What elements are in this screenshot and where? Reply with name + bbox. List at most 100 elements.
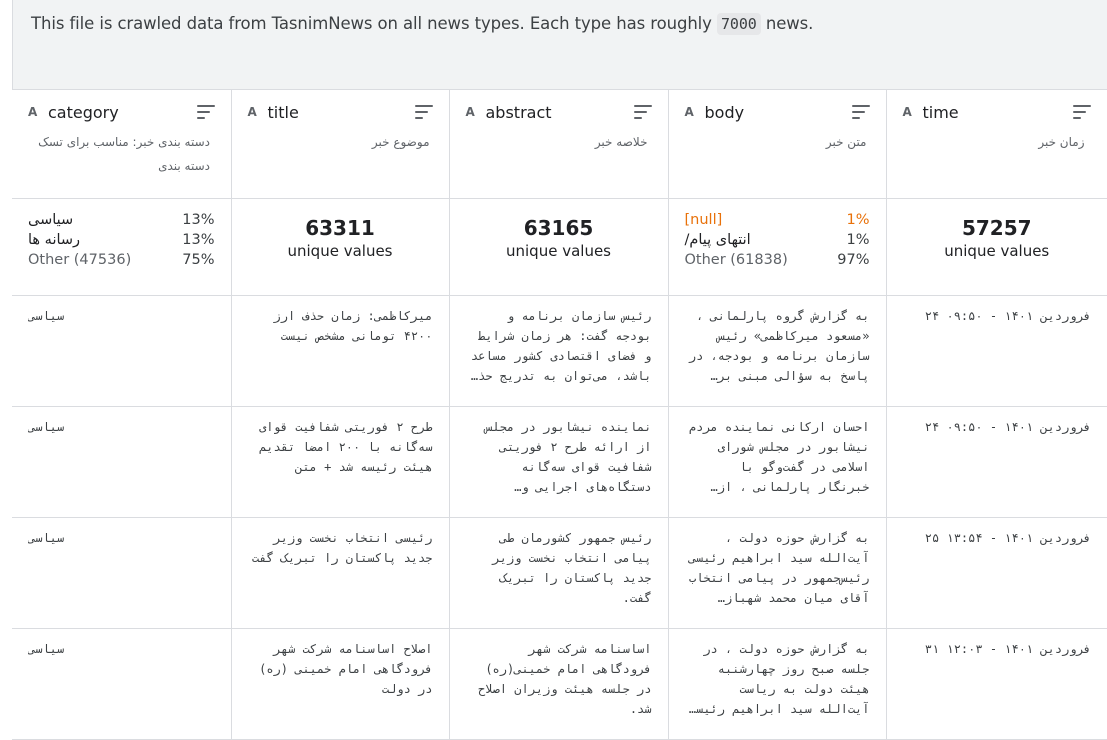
stats-abstract: 63165 unique values [448, 198, 669, 296]
column-name: body [704, 102, 745, 122]
cell-category[interactable]: سیاسی [12, 517, 232, 629]
cell-category[interactable]: سیاسی [12, 628, 232, 740]
stats-category: سیاسی 13% رسانه ها 13% Other (47536) 75% [12, 198, 232, 296]
cell-category[interactable]: سیاسی [12, 406, 232, 518]
cell-text: سیاسی [28, 420, 65, 434]
cell-text: اصلاح اساسنامه شرکت شهر فرودگاهی امام خم… [259, 642, 433, 696]
cell-abstract[interactable]: نماینده نیشابور در مجلس از ارائه طرح ۲ ف… [448, 406, 669, 518]
cell-text: رئیس سازمان برنامه و بودجه گفت: هر زمان … [470, 309, 652, 383]
stats-title: 63311 unique values [230, 198, 450, 296]
cell-time[interactable]: فروردین ۱۴۰۱ - ۰۹:۵۰ ۲۴ [885, 295, 1107, 407]
stat-label: رسانه ها [28, 232, 81, 248]
column-description: موضوع خبر [371, 135, 430, 149]
sort-icon[interactable] [196, 105, 215, 119]
cell-text: رئیسی انتخاب نخست وزیر جدید پاکستان را ت… [251, 531, 433, 565]
sort-icon[interactable] [414, 105, 433, 119]
stat-percent: 13% [182, 212, 215, 228]
cell-body[interactable]: احسان ارکانی نماینده مردم نیشابور در مجل… [667, 406, 887, 518]
stat-item[interactable]: رسانه ها 13% [28, 230, 215, 250]
string-type-icon: A [902, 105, 912, 119]
description-text-end: news. [760, 14, 814, 33]
column-header-abstract[interactable]: A abstract خلاصه خبر [448, 89, 669, 199]
stat-percent: 97% [837, 252, 870, 268]
table-row[interactable]: سیاسی میرکاظمی: زمان حذف ارز ۴۲۰۰ تومانی… [12, 295, 1107, 407]
column-name: abstract [485, 102, 552, 122]
stat-percent: 13% [182, 232, 215, 248]
stat-item[interactable]: [null] 1% [685, 210, 870, 230]
stat-percent: 75% [182, 252, 215, 268]
column-description: متن خبر [825, 135, 867, 149]
stats-row: سیاسی 13% رسانه ها 13% Other (47536) 75% 63… [12, 198, 1107, 296]
sort-icon[interactable] [633, 105, 652, 119]
cell-text: به گزارش حوزه دولت ، آیت‌الله سید ابراهی… [688, 531, 870, 605]
column-header-title[interactable]: A title موضوع خبر [230, 89, 450, 199]
cell-title[interactable]: اصلاح اساسنامه شرکت شهر فرودگاهی امام خم… [230, 628, 450, 740]
string-type-icon: A [247, 105, 257, 119]
stat-label: Other (61838) [684, 252, 788, 268]
column-name: time [922, 102, 959, 122]
stat-label: سیاسی [28, 212, 74, 228]
cell-text: فروردین ۱۴۰۱ - ۰۹:۵۰ ۲۴ [924, 420, 1091, 434]
stat-percent: 1% [846, 232, 870, 248]
unique-count: 63311 [305, 216, 375, 240]
cell-title[interactable]: طرح ۲ فوریتی شفافیت قوای سه‌گانه با ۲۰۰ … [230, 406, 450, 518]
cell-body[interactable]: به گزارش حوزه دولت ، آیت‌الله سید ابراهی… [667, 517, 887, 629]
cell-text: فروردین ۱۴۰۱ - ۱۳:۵۴ ۲۵ [924, 531, 1091, 545]
cell-text: رئیس جمهور کشورمان طی پیامی انتخاب نخست … [492, 531, 652, 605]
stat-item[interactable]: Other (61838) 97% [685, 250, 870, 270]
cell-text: به گزارش گروه پارلمانی ، «مسعود میرکاظمی… [688, 309, 870, 383]
dataset-description: This file is crawled data from TasnimNew… [31, 12, 813, 36]
string-type-icon: A [684, 105, 694, 119]
cell-text: فروردین ۱۴۰۱ - ۱۲:۰۳ ۳۱ [924, 642, 1091, 656]
stat-label: /انتهای پیام [684, 232, 751, 248]
table-row[interactable]: سیاسی رئیسی انتخاب نخست وزیر جدید پاکستا… [12, 517, 1107, 629]
stat-label: [null] [684, 212, 723, 228]
stat-item[interactable]: Other (47536) 75% [28, 250, 215, 270]
cell-abstract[interactable]: رئیس سازمان برنامه و بودجه گفت: هر زمان … [448, 295, 669, 407]
cell-text: فروردین ۱۴۰۱ - ۰۹:۵۰ ۲۴ [924, 309, 1091, 323]
description-text: This file is crawled data from TasnimNew… [31, 14, 717, 33]
cell-text: میرکاظمی: زمان حذف ارز ۴۲۰۰ تومانی مشخص … [273, 309, 433, 343]
sort-icon[interactable] [851, 105, 870, 119]
cell-time[interactable]: فروردین ۱۴۰۱ - ۱۲:۰۳ ۳۱ [885, 628, 1107, 740]
stats-body: [null] 1% /انتهای پیام 1% Other (61838) 97% [667, 198, 887, 296]
description-code: 7000 [716, 13, 761, 35]
column-description: دسته بندی خبر: مناسب برای تسک دسته بندی [38, 135, 210, 173]
cell-time[interactable]: فروردین ۱۴۰۱ - ۱۳:۵۴ ۲۵ [885, 517, 1107, 629]
unique-label: unique values [506, 242, 611, 260]
cell-body[interactable]: به گزارش گروه پارلمانی ، «مسعود میرکاظمی… [667, 295, 887, 407]
cell-abstract[interactable]: اساسنامه شرکت شهر فرودگاهی امام خمینی(ره… [448, 628, 669, 740]
stat-item[interactable]: سیاسی 13% [28, 210, 215, 230]
stat-label: Other (47536) [28, 252, 132, 268]
cell-body[interactable]: به گزارش حوزه دولت ، در جلسه صبح روز چها… [667, 628, 887, 740]
string-type-icon: A [465, 105, 475, 119]
column-header-body[interactable]: A body متن خبر [667, 89, 887, 199]
cell-text: اساسنامه شرکت شهر فرودگاهی امام خمینی(ره… [478, 642, 652, 716]
column-header-category[interactable]: A category دسته بندی خبر: مناسب برای تسک… [12, 89, 232, 199]
column-description: خلاصه خبر [594, 135, 648, 149]
unique-count: 57257 [961, 216, 1032, 240]
table-row[interactable]: سیاسی اصلاح اساسنامه شرکت شهر فرودگاهی ا… [12, 628, 1107, 740]
stat-item[interactable]: /انتهای پیام 1% [685, 230, 870, 250]
cell-time[interactable]: فروردین ۱۴۰۱ - ۰۹:۵۰ ۲۴ [885, 406, 1107, 518]
cell-abstract[interactable]: رئیس جمهور کشورمان طی پیامی انتخاب نخست … [448, 517, 669, 629]
cell-text: سیاسی [28, 309, 65, 323]
cell-title[interactable]: میرکاظمی: زمان حذف ارز ۴۲۰۰ تومانی مشخص … [230, 295, 450, 407]
table-row[interactable]: سیاسی طرح ۲ فوریتی شفافیت قوای سه‌گانه ب… [12, 406, 1107, 518]
column-name: title [267, 102, 299, 122]
cell-title[interactable]: رئیسی انتخاب نخست وزیر جدید پاکستان را ت… [230, 517, 450, 629]
string-type-icon: A [28, 105, 38, 119]
cell-text: به گزارش حوزه دولت ، در جلسه صبح روز چها… [688, 642, 870, 716]
column-description: زمان خبر [1038, 135, 1085, 149]
cell-category[interactable]: سیاسی [12, 295, 232, 407]
cell-text: احسان ارکانی نماینده مردم نیشابور در مجل… [688, 420, 870, 494]
data-table: A category دسته بندی خبر: مناسب برای تسک… [12, 89, 1107, 740]
sort-icon[interactable] [1073, 105, 1091, 119]
stat-percent: 1% [846, 212, 870, 228]
unique-count: 63165 [523, 216, 594, 240]
header-row: A category دسته بندی خبر: مناسب برای تسک… [12, 89, 1107, 199]
unique-label: unique values [944, 242, 1050, 260]
column-name: category [48, 102, 119, 122]
unique-label: unique values [287, 242, 393, 260]
column-header-time[interactable]: A time زمان خبر [885, 89, 1107, 199]
